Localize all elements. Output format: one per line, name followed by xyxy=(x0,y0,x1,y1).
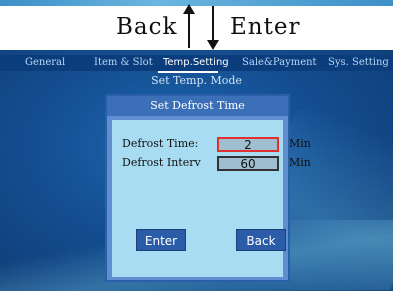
defrost-dialog: Set Defrost Time Defrost Time: 2 Min Def… xyxy=(105,94,311,282)
defrost-interval-input[interactable]: 60 xyxy=(217,156,279,171)
defrost-interval-label: Defrost Interv xyxy=(122,156,201,169)
page-subtitle: Set Temp. Mode xyxy=(151,74,242,87)
device-screen: General Item & Slot Temp.Setting Sale&Pa… xyxy=(0,50,393,291)
defrost-time-unit: Min xyxy=(289,137,311,150)
defrost-time-label: Defrost Time: xyxy=(122,137,199,150)
tab-temp-setting[interactable]: Temp.Setting xyxy=(163,55,229,71)
tab-general[interactable]: General xyxy=(25,55,65,71)
back-annotation-label: Back xyxy=(116,14,178,40)
dialog-title: Set Defrost Time xyxy=(107,96,288,116)
tab-sale-payment[interactable]: Sale&Payment xyxy=(242,55,317,71)
tab-sys-setting[interactable]: Sys. Setting xyxy=(328,55,389,71)
active-tab-indicator xyxy=(158,71,218,73)
arrow-up-icon xyxy=(183,4,195,48)
arrow-down-icon xyxy=(207,6,219,50)
enter-button[interactable]: Enter xyxy=(136,229,186,251)
tab-item-slot[interactable]: Item & Slot xyxy=(94,55,153,71)
defrost-interval-unit: Min xyxy=(289,156,311,169)
back-button[interactable]: Back xyxy=(236,229,286,251)
dialog-body: Defrost Time: 2 Min Defrost Interv 60 Mi… xyxy=(112,120,311,277)
enter-annotation-label: Enter xyxy=(230,14,301,40)
tab-bar: General Item & Slot Temp.Setting Sale&Pa… xyxy=(0,55,393,73)
annotation-header: Back Enter xyxy=(0,0,393,50)
defrost-time-input[interactable]: 2 xyxy=(217,137,279,152)
